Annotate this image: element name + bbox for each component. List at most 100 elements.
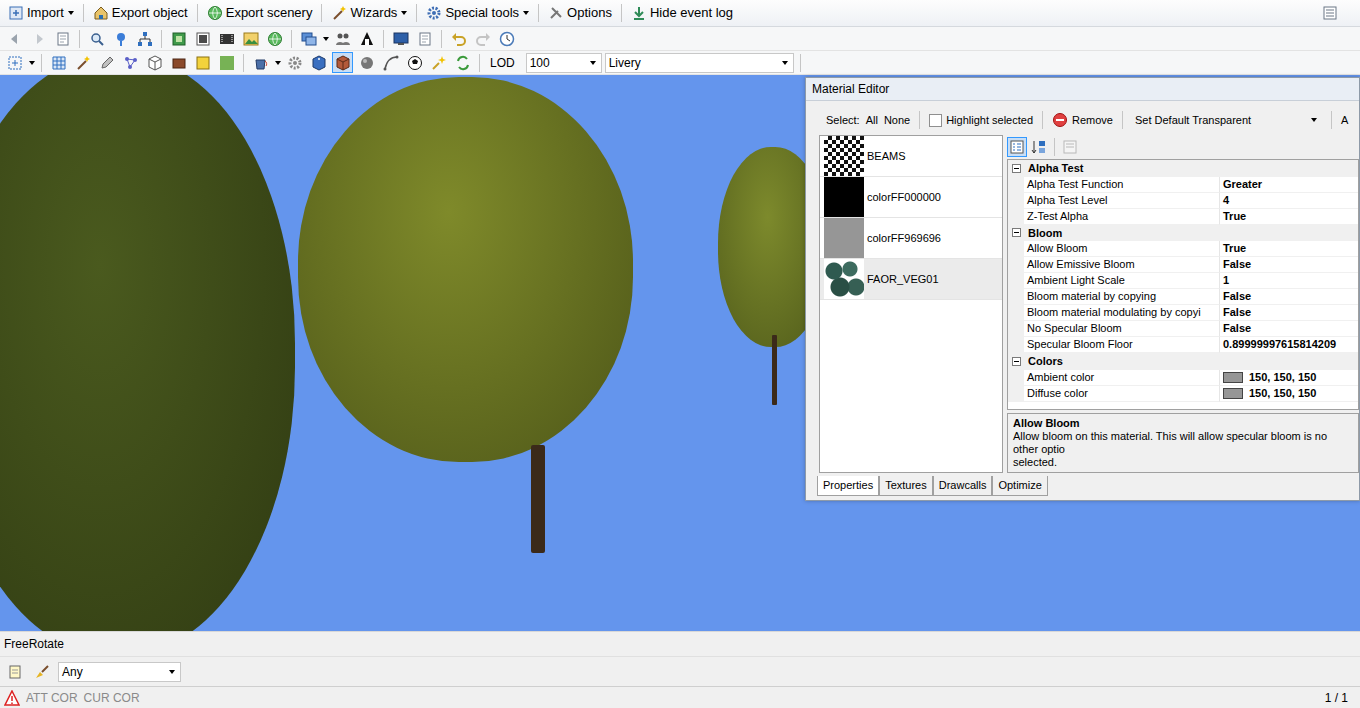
material-item[interactable]: FAOR_VEG01 — [820, 259, 1002, 300]
livery-select[interactable]: Livery — [605, 53, 794, 73]
view-tool-button[interactable] — [332, 52, 353, 73]
property-value[interactable]: 4 — [1220, 193, 1358, 209]
property-row[interactable]: No Specular BloomFalse — [1008, 321, 1358, 337]
view-tool-button[interactable] — [404, 52, 425, 73]
property-value[interactable]: True — [1220, 209, 1358, 225]
tool-button[interactable] — [134, 28, 155, 49]
dropdown-arrow-icon[interactable] — [68, 11, 74, 15]
dropdown-arrow-icon[interactable] — [169, 670, 175, 674]
property-category[interactable]: Alpha Test — [1008, 160, 1358, 177]
property-value[interactable]: 150, 150, 150 — [1220, 370, 1358, 386]
view-tool-button[interactable] — [284, 52, 305, 73]
property-row[interactable]: Allow BloomTrue — [1008, 241, 1358, 257]
tool-button[interactable] — [448, 28, 469, 49]
warning-icon[interactable] — [4, 690, 20, 706]
tool-button[interactable] — [192, 52, 213, 73]
select-link[interactable]: All — [866, 112, 878, 129]
tool-button[interactable] — [110, 28, 131, 49]
editor-tab[interactable]: Properties — [817, 476, 879, 497]
tool-button[interactable] — [120, 52, 141, 73]
property-value[interactable]: True — [1220, 241, 1358, 257]
preset-select[interactable]: Set Default Transparent — [1132, 110, 1322, 130]
property-row[interactable]: Bloom material by copyingFalse — [1008, 289, 1358, 305]
tool-button[interactable] — [216, 52, 237, 73]
tool-button[interactable] — [250, 52, 271, 73]
tool-button[interactable] — [144, 52, 165, 73]
tool-button[interactable] — [264, 28, 285, 49]
remove-button[interactable]: Remove — [1052, 112, 1113, 129]
property-row[interactable]: Diffuse color150, 150, 150 — [1008, 386, 1358, 402]
menu-item[interactable]: Import — [4, 1, 78, 25]
material-editor-window[interactable]: Material EditorSelect:AllNoneHighlight s… — [805, 77, 1360, 501]
tool-button[interactable] — [48, 52, 69, 73]
property-value[interactable]: 0.89999997615814209 — [1220, 337, 1358, 353]
collapse-toggle-icon[interactable] — [1012, 228, 1021, 237]
property-value[interactable]: 150, 150, 150 — [1220, 386, 1358, 402]
view-tool-button[interactable] — [308, 52, 329, 73]
window-title-bar[interactable]: Material Editor — [806, 78, 1359, 101]
tool-button[interactable] — [390, 28, 411, 49]
dropdown-arrow-icon[interactable] — [29, 61, 35, 65]
menu-item[interactable]: Hide event log — [627, 1, 737, 25]
tool-button[interactable] — [4, 28, 25, 49]
material-item[interactable]: colorFF000000 — [820, 177, 1002, 218]
tool-button[interactable] — [72, 52, 93, 73]
material-item[interactable]: BEAMS — [820, 136, 1002, 177]
property-category[interactable]: Colors — [1008, 353, 1358, 370]
property-value[interactable]: False — [1220, 289, 1358, 305]
property-value[interactable]: False — [1220, 321, 1358, 337]
property-category[interactable]: Bloom — [1008, 225, 1358, 242]
view-tool-button[interactable] — [380, 52, 401, 73]
tool-button[interactable] — [28, 28, 49, 49]
tool-button[interactable] — [216, 28, 237, 49]
property-row[interactable]: Z-Test AlphaTrue — [1008, 209, 1358, 225]
property-value[interactable]: Greater — [1220, 177, 1358, 193]
menu-item[interactable]: Special tools — [422, 1, 533, 25]
property-row[interactable]: Ambient Light Scale1 — [1008, 273, 1358, 289]
property-view-button[interactable] — [1029, 137, 1049, 157]
toolbar-cut-label[interactable]: A — [1341, 112, 1348, 129]
dropdown-arrow-icon[interactable] — [323, 37, 329, 41]
collapse-toggle-icon[interactable] — [1012, 357, 1021, 366]
layout-button[interactable] — [1319, 3, 1340, 24]
dropdown-arrow-icon[interactable] — [590, 61, 596, 65]
tool-button[interactable] — [298, 28, 319, 49]
editor-tab[interactable]: Drawcalls — [933, 476, 993, 497]
select-link[interactable]: None — [884, 112, 910, 129]
menu-item[interactable]: Export scenery — [203, 1, 317, 25]
notes-button[interactable] — [4, 661, 25, 682]
lod-select[interactable]: 100 — [526, 53, 602, 73]
tool-button[interactable] — [332, 28, 353, 49]
property-row[interactable]: Alpha Test Level4 — [1008, 193, 1358, 209]
tool-button[interactable] — [240, 28, 261, 49]
menu-item[interactable]: Wizards — [327, 1, 411, 25]
collapse-toggle-icon[interactable] — [1012, 164, 1021, 173]
property-row[interactable]: Allow Emissive BloomFalse — [1008, 257, 1358, 273]
tool-button[interactable] — [356, 28, 377, 49]
tool-button[interactable] — [472, 28, 493, 49]
tool-button[interactable] — [192, 28, 213, 49]
tool-button[interactable] — [52, 28, 73, 49]
tool-button[interactable] — [414, 28, 435, 49]
property-value[interactable]: False — [1220, 305, 1358, 321]
dropdown-arrow-icon[interactable] — [523, 11, 529, 15]
property-row[interactable]: Specular Bloom Floor0.89999997615814209 — [1008, 337, 1358, 353]
view-tool-button[interactable] — [452, 52, 473, 73]
dropdown-arrow-icon[interactable] — [782, 61, 788, 65]
tool-button[interactable] — [496, 28, 517, 49]
tool-button[interactable] — [168, 52, 189, 73]
property-row[interactable]: Ambient color150, 150, 150 — [1008, 370, 1358, 386]
view-tool-button[interactable] — [356, 52, 377, 73]
editor-tab[interactable]: Textures — [879, 476, 933, 497]
property-row[interactable]: Bloom material modulating by copyiFalse — [1008, 305, 1358, 321]
tool-button[interactable] — [86, 28, 107, 49]
filter-select[interactable]: Any — [58, 662, 181, 682]
property-view-button[interactable] — [1007, 137, 1027, 157]
tool-button[interactable] — [168, 28, 189, 49]
dropdown-arrow-icon[interactable] — [1311, 118, 1317, 122]
tool-button[interactable] — [96, 52, 117, 73]
tool-button[interactable] — [4, 52, 25, 73]
property-row[interactable]: Alpha Test FunctionGreater — [1008, 177, 1358, 193]
property-value[interactable]: False — [1220, 257, 1358, 273]
material-item[interactable]: colorFF969696 — [820, 218, 1002, 259]
